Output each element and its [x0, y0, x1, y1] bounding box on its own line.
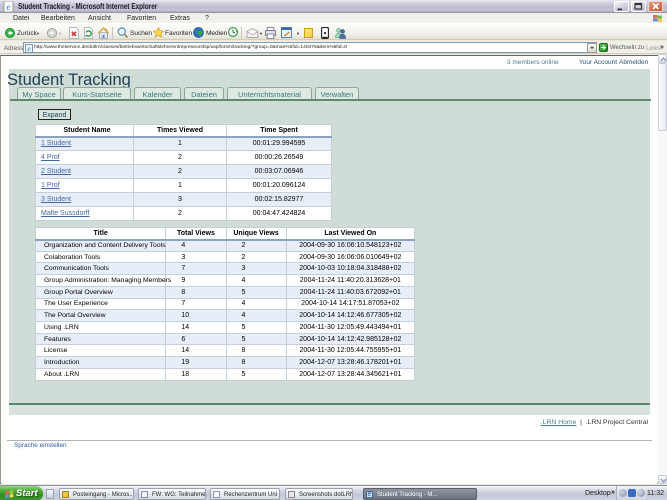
svg-text:e: e	[6, 3, 10, 12]
